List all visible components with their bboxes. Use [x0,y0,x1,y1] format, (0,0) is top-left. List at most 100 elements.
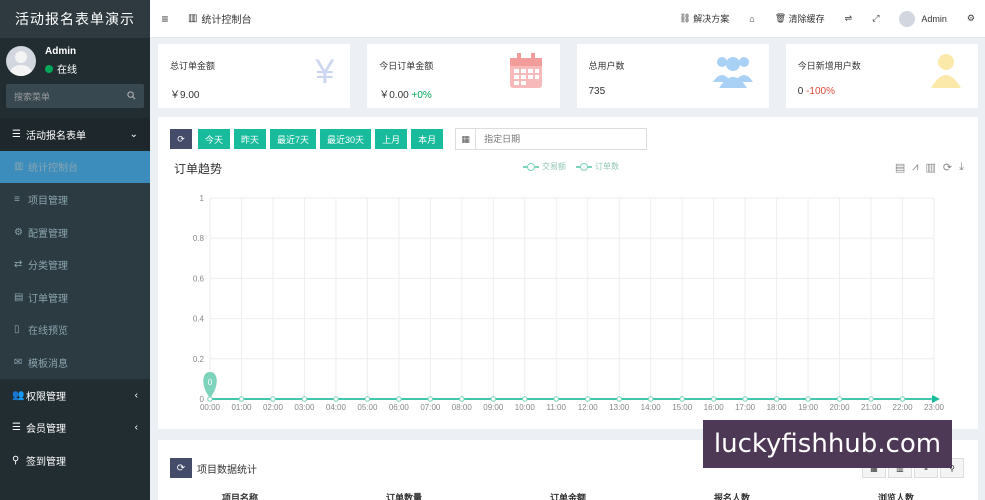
data-point [899,396,906,402]
x-tick-label: 05:00 [357,403,378,412]
today-button[interactable]: 今天 [198,129,231,149]
data-point [522,396,528,402]
users-icon [712,52,753,97]
sidebar-item-template-msg[interactable]: ✉ 模板消息 [0,346,150,379]
stat-card-today-amount: 今日订单金额 ￥0.00 +0% [367,44,560,108]
refresh-button[interactable]: ⟳ [170,129,192,149]
language-button[interactable]: ⇌ [835,13,863,24]
data-point [364,396,371,402]
settings-button[interactable]: ⚙ [957,13,985,24]
x-tick-label: 03:00 [294,403,315,412]
map-marker-icon: ⚲ [12,454,20,466]
x-tick-label: 06:00 [389,403,410,412]
calendar-icon[interactable]: ▦ [456,129,477,149]
chart-toolbox: ▤ ⩘ ▥ ⟳ ⤓ [888,161,964,174]
data-point [270,396,276,402]
column-header[interactable]: 项目名称 [158,491,322,500]
gears-icon: ⚙ [966,13,975,23]
last-30-days-button[interactable]: 最近30天 [320,129,372,149]
legend-item-amount[interactable]: 交易额 [523,161,566,172]
download-icon[interactable]: ⤓ [959,161,964,174]
data-point [333,396,339,402]
x-tick-label: 08:00 [452,403,473,412]
x-tick-label: 21:00 [861,403,882,412]
x-tick-label: 17:00 [735,403,756,412]
x-tick-label: 22:00 [893,403,914,412]
bar-chart-icon: ▥ [188,13,198,24]
last-7-days-button[interactable]: 最近7天 [270,129,317,149]
column-header[interactable]: 订单金额 [486,491,650,500]
refresh-button[interactable]: ⟳ [170,458,192,478]
search-icon[interactable] [127,90,136,102]
fullscreen-button[interactable]: ⤢ [862,13,889,24]
sidebar-item-projects[interactable]: ≡ 项目管理 [0,183,150,216]
users-icon: 👥 [12,389,25,401]
user-menu[interactable]: Admin [889,10,957,27]
solutions-button[interactable]: ⛓ 解决方案 [669,12,739,25]
line-chart-icon[interactable]: ⩘ [912,161,918,174]
stats-row: 总订单金额 ￥9.00 ¥ 今日订单金额 ￥0.00 +0% 总用户数 735 … [158,44,978,108]
search-input[interactable]: 搜索菜单 [6,84,144,108]
list-icon: ≡ [14,193,20,205]
clear-cache-button[interactable]: 🗑 清除缓存 [765,12,835,25]
sidebar-item-checkin[interactable]: ⚲ 签到管理 [0,444,150,477]
watermark: luckyfishhub.com [703,420,952,468]
x-tick-label: 02:00 [263,403,284,412]
sidebar-item-category[interactable]: ⇄ 分类管理 [0,248,150,281]
sidebar-item-dashboard[interactable]: ▥ 统计控制台 [0,150,150,184]
x-tick-label: 01:00 [231,403,252,412]
column-header[interactable]: 浏览人数 [814,491,978,500]
mobile-icon: ▯ [14,324,20,336]
home-button[interactable]: ⌂ [739,14,764,24]
calendar-icon [508,52,544,99]
column-header[interactable]: 订单数量 [322,491,486,500]
stat-card-total-users: 总用户数 735 [576,44,769,108]
sidebar-item-config[interactable]: ⚙ 配置管理 [0,216,150,249]
project-stats-title: 项目数据统计 [197,465,257,476]
data-point [647,396,654,402]
bar-chart-icon[interactable]: ▥ [926,161,936,174]
shuffle-icon: ⇄ [14,259,23,271]
y-tick-label: 0.4 [193,315,205,324]
gear-icon: ⚙ [14,226,23,238]
x-tick-label: 07:00 [420,403,441,412]
x-tick-label: 11:00 [547,403,567,412]
yesterday-button[interactable]: 昨天 [234,129,267,149]
sidebar-item-orders[interactable]: ▤ 订单管理 [0,281,150,314]
menu-toggle-icon[interactable]: ≡ [150,12,180,26]
data-point [836,396,843,402]
expand-icon: ⤢ [872,13,880,23]
home-icon: ⌂ [749,13,755,24]
app-title[interactable]: 活动报名表单演示 [0,0,150,38]
sidebar-item-members[interactable]: ☰ 会员管理 ‹ [0,411,150,444]
table-header: 项目名称 订单数量 订单金额 报名人数 浏览人数 [158,491,978,500]
this-month-button[interactable]: 本月 [411,129,444,149]
restore-icon[interactable]: ⟳ [943,161,952,174]
date-picker: ▦ [455,128,648,150]
breadcrumb[interactable]: ▥ 统计控制台 [188,11,251,26]
bar-chart-icon: ▥ [14,161,24,173]
y-tick-label: 1 [200,194,205,203]
topbar: ≡ ▥ 统计控制台 ⛓ 解决方案 ⌂ 🗑 清除缓存 ⇌ ⤢ Admin ⚙ [150,0,985,38]
x-tick-label: 15:00 [672,403,693,412]
data-point [427,396,434,402]
last-month-button[interactable]: 上月 [375,129,408,149]
data-point [301,396,308,402]
sidebar-item-activity-form[interactable]: ☰ 活动报名表单 ⌄ [0,118,150,151]
sitemap-icon: ⛓ [679,13,691,23]
sidebar-item-preview[interactable]: ▯ 在线预览 [0,314,150,347]
user-status: 在线 [45,61,77,76]
sidebar-item-permissions[interactable]: 👥 权限管理 ‹ [0,379,150,412]
column-header[interactable]: 报名人数 [650,491,814,500]
x-tick-label: 20:00 [830,403,851,412]
refresh-icon: ⟳ [177,133,185,144]
chart-legend: 交易额 订单数 [523,161,629,172]
data-point [773,396,780,402]
data-point [616,396,622,402]
search-placeholder: 搜索菜单 [14,91,51,102]
date-input[interactable] [476,129,647,149]
data-view-icon[interactable]: ▤ [895,161,905,174]
stat-card-total-amount: 总订单金额 ￥9.00 ¥ [158,44,351,108]
date-toolbar: ⟳ 今天 昨天 最近7天 最近30天 上月 本月 ▦ [170,128,648,150]
legend-item-orders[interactable]: 订单数 [576,161,619,172]
